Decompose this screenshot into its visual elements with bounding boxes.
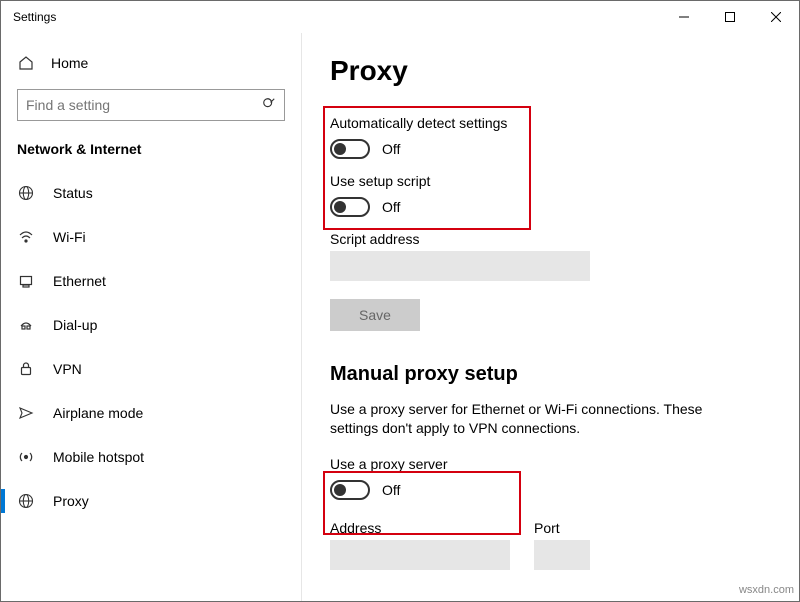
hotspot-icon [17,449,35,465]
setup-script-label: Use setup script [330,173,769,189]
close-button[interactable] [753,1,799,33]
window-controls [661,1,799,33]
search-input[interactable] [26,97,262,113]
port-input[interactable] [534,540,590,570]
address-input[interactable] [330,540,510,570]
minimize-button[interactable] [661,1,707,33]
page-title: Proxy [330,55,769,87]
nav-label: Proxy [53,493,89,509]
nav-vpn[interactable]: VPN [1,347,301,391]
nav-ethernet[interactable]: Ethernet [1,259,301,303]
watermark: wsxdn.com [739,584,794,596]
port-label: Port [534,520,590,536]
address-label: Address [330,520,510,536]
setup-script-row: Off [330,197,769,217]
home-button[interactable]: Home [1,45,301,81]
nav-status[interactable]: Status [1,171,301,215]
nav-wifi[interactable]: Wi-Fi [1,215,301,259]
search-wrap [1,81,301,135]
home-label: Home [51,55,88,71]
search-box[interactable] [17,89,285,121]
dialup-icon [17,317,35,333]
globe-icon [17,185,35,201]
nav-label: Dial-up [53,317,97,333]
airplane-icon [17,405,35,421]
save-button[interactable]: Save [330,299,420,331]
nav-label: Airplane mode [53,405,143,421]
sidebar: Home Network & Internet Status [1,33,301,601]
window-title: Settings [13,10,56,24]
nav-label: Mobile hotspot [53,449,144,465]
use-proxy-toggle[interactable] [330,480,370,500]
script-address-input[interactable] [330,251,590,281]
use-proxy-label: Use a proxy server [330,456,769,472]
settings-window: Settings Home [0,0,800,602]
section-label: Network & Internet [1,135,301,171]
manual-heading: Manual proxy setup [330,363,769,386]
nav-label: Wi-Fi [53,229,86,245]
maximize-button[interactable] [707,1,753,33]
nav-label: Ethernet [53,273,106,289]
nav-label: Status [53,185,93,201]
window-body: Home Network & Internet Status [1,33,799,601]
titlebar: Settings [1,1,799,33]
nav-hotspot[interactable]: Mobile hotspot [1,435,301,479]
script-address-label: Script address [330,231,769,247]
setup-script-toggle[interactable] [330,197,370,217]
content-pane: Proxy Automatically detect settings Off … [301,33,799,601]
auto-detect-label: Automatically detect settings [330,115,769,131]
search-icon [262,97,276,114]
home-icon [17,55,35,71]
nav-label: VPN [53,361,82,377]
use-proxy-state: Off [382,482,400,498]
auto-detect-toggle[interactable] [330,139,370,159]
auto-detect-state: Off [382,141,400,157]
vpn-icon [17,361,35,377]
auto-detect-row: Off [330,139,769,159]
nav-proxy[interactable]: Proxy [1,479,301,523]
setup-script-state: Off [382,199,400,215]
wifi-icon [17,229,35,245]
proxy-icon [17,493,35,509]
nav-dialup[interactable]: Dial-up [1,303,301,347]
address-port-row: Address Port [330,514,769,570]
nav-airplane[interactable]: Airplane mode [1,391,301,435]
manual-description: Use a proxy server for Ethernet or Wi-Fi… [330,400,750,438]
nav-list: Status Wi-Fi Ethernet [1,171,301,523]
use-proxy-row: Off [330,480,769,500]
ethernet-icon [17,273,35,289]
